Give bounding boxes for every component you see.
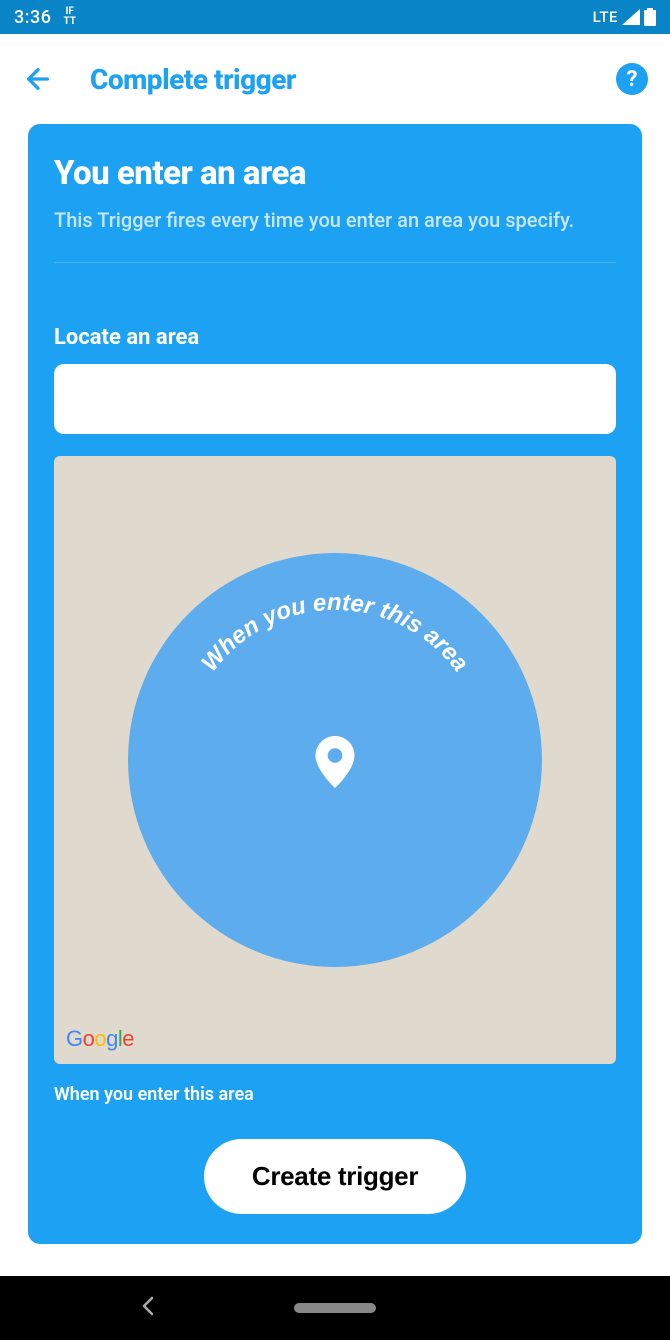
- back-button[interactable]: [22, 63, 54, 95]
- ifttt-icon: IFTT: [63, 7, 75, 27]
- card-description: This Trigger fires every time you enter …: [54, 207, 616, 234]
- map-label-below: When you enter this area: [54, 1084, 616, 1105]
- help-icon: ?: [627, 67, 638, 92]
- system-nav-bar: [0, 1276, 670, 1340]
- svg-text:When you enter this area: When you enter this area: [196, 589, 474, 677]
- trigger-card: You enter an area This Trigger fires eve…: [28, 124, 642, 1244]
- locate-label: Locate an area: [54, 325, 616, 350]
- create-trigger-button[interactable]: Create trigger: [204, 1139, 466, 1214]
- page-title: Complete trigger: [90, 63, 296, 96]
- status-right: LTE: [593, 8, 656, 26]
- status-bar: 3:36 IFTT LTE: [0, 0, 670, 34]
- card-title: You enter an area: [54, 154, 616, 193]
- location-input[interactable]: [54, 364, 616, 434]
- app-header: Complete trigger ?: [0, 34, 670, 124]
- network-label: LTE: [593, 8, 618, 26]
- status-left: 3:36 IFTT: [14, 7, 76, 28]
- status-time: 3:36: [14, 7, 51, 28]
- divider: [54, 262, 616, 263]
- google-attribution: Google: [66, 1026, 134, 1052]
- system-back-button[interactable]: [140, 1296, 156, 1320]
- location-pin-icon: [315, 736, 355, 792]
- battery-icon: [644, 8, 656, 26]
- map-container[interactable]: When you enter this area Google: [54, 456, 616, 1064]
- help-button[interactable]: ?: [616, 63, 648, 95]
- signal-icon: [622, 9, 640, 25]
- system-nav-handle[interactable]: [294, 1303, 376, 1313]
- main-content: You enter an area This Trigger fires eve…: [0, 124, 670, 1244]
